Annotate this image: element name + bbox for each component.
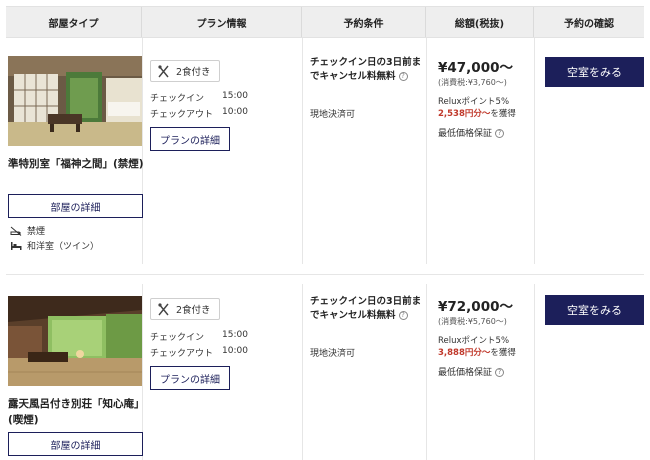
help-icon[interactable]: ? (398, 72, 408, 81)
meal-badge: 2食付き (150, 298, 220, 320)
column-divider (426, 284, 427, 460)
help-icon[interactable]: ? (495, 368, 505, 377)
checkout-label: チェックアウト (150, 349, 214, 359)
relux-points: Reluxポイント5% (438, 97, 510, 107)
guarantee-label: 最低価格保証 (438, 368, 493, 378)
column-divider (534, 38, 535, 264)
header-confirm: 予約の確認 (564, 18, 614, 30)
column-divider (142, 38, 143, 264)
checkout-time: 10:00 (222, 346, 248, 356)
room-detail-button[interactable]: 部屋の詳細 (8, 194, 143, 218)
points-earned: 3,888円分〜を獲得 (438, 346, 516, 358)
cutlery-icon (158, 302, 169, 315)
header-total: 総額(税抜) (426, 7, 534, 37)
check-vacancy-button[interactable]: 空室をみる (545, 295, 644, 325)
column-divider (302, 38, 303, 264)
meal-label: 2食付き (176, 67, 211, 78)
room-name: 準特別室「福神之間」(禁煙) (8, 158, 144, 170)
checkin-time: 15:00 (222, 91, 248, 101)
lowest-price-guarantee: 最低価格保証? (438, 365, 505, 378)
room-attribute: 和洋室（ツイン） (10, 239, 99, 252)
header-conditions: 予約条件 (302, 7, 426, 37)
bed-icon (11, 241, 22, 250)
row-divider (6, 274, 644, 275)
checkin-time: 15:00 (222, 330, 248, 340)
attribute-label: 禁煙 (27, 227, 46, 237)
earn-suffix: を獲得 (490, 109, 516, 119)
table-header: 部屋タイプ プラン情報 予約条件 総額(税抜) 予約の確認 (6, 6, 644, 38)
header-plan-info: プラン情報 (142, 7, 302, 37)
meal-label: 2食付き (176, 305, 211, 316)
checkout-label: チェックアウト (150, 110, 214, 120)
column-divider (534, 284, 535, 460)
plan-detail-button[interactable]: プランの詳細 (150, 366, 230, 390)
column-divider (426, 38, 427, 264)
tax-amount: (消費税:¥3,760〜) (438, 78, 507, 87)
attribute-label: 和洋室（ツイン） (27, 242, 100, 252)
room-photo[interactable] (8, 56, 142, 146)
relux-points: Reluxポイント5% (438, 336, 510, 346)
lowest-price-guarantee: 最低価格保証? (438, 126, 505, 139)
earn-amount: 2,538円分〜 (438, 109, 491, 119)
total-price: ¥47,000〜 (438, 60, 513, 76)
meal-badge: 2食付き (150, 60, 220, 82)
checkin-label: チェックイン (150, 333, 205, 343)
room-name: 露天風呂付き別荘「知心庵」(喫煙) (8, 398, 145, 426)
help-icon[interactable]: ? (495, 129, 505, 138)
payment-method: 現地決済可 (310, 110, 356, 120)
tax-amount: (消費税:¥5,760〜) (438, 317, 507, 326)
cancel-policy: チェックイン日の3日前までキャンセル料無料? (310, 295, 422, 323)
total-price: ¥72,000〜 (438, 299, 513, 315)
help-icon[interactable]: ? (398, 311, 408, 320)
column-divider (302, 284, 303, 460)
room-attribute: 禁煙 (10, 224, 45, 237)
no-smoking-icon (10, 226, 22, 236)
guarantee-label: 最低価格保証 (438, 129, 493, 139)
room-photo[interactable] (8, 296, 142, 386)
earn-amount: 3,888円分〜 (438, 348, 491, 358)
checkout-time: 10:00 (222, 107, 248, 117)
cancel-policy: チェックイン日の3日前までキャンセル料無料? (310, 56, 422, 84)
header-room-type: 部屋タイプ (6, 7, 142, 37)
checkin-label: チェックイン (150, 94, 205, 104)
room-detail-button[interactable]: 部屋の詳細 (8, 432, 143, 456)
cutlery-icon (158, 64, 169, 77)
check-vacancy-button[interactable]: 空室をみる (545, 57, 644, 87)
earn-suffix: を獲得 (490, 348, 516, 358)
plan-detail-button[interactable]: プランの詳細 (150, 127, 230, 151)
payment-method: 現地決済可 (310, 349, 356, 359)
points-earned: 2,538円分〜を獲得 (438, 107, 516, 119)
